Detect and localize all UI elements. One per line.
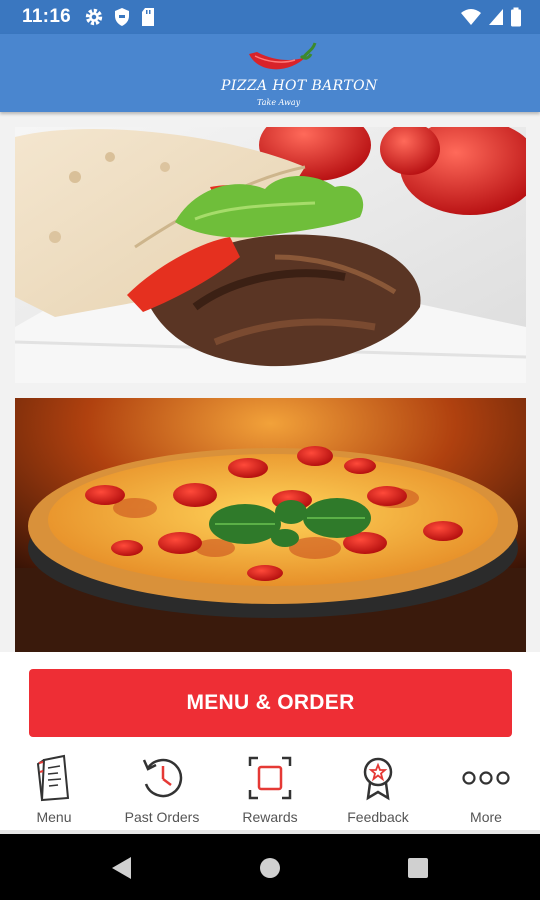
kebab-wrap-illustration xyxy=(15,127,526,383)
nav-item-more[interactable]: More xyxy=(432,748,540,830)
kebab-banner-image[interactable] xyxy=(15,127,526,383)
system-nav-bar xyxy=(0,834,540,900)
more-dots-icon xyxy=(448,752,524,804)
sd-card-icon xyxy=(142,8,154,26)
nav-item-past-orders[interactable]: Past Orders xyxy=(108,748,216,830)
nav-label-menu: Menu xyxy=(36,809,72,825)
logo-name: PIZZA HOT BARTON xyxy=(221,78,378,94)
nav-label-more: More xyxy=(470,809,502,825)
logo-subtitle: Take Away xyxy=(257,98,301,107)
pizza-banner-image[interactable] xyxy=(15,398,526,654)
pizza-illustration xyxy=(15,398,526,654)
status-time: 11:16 xyxy=(22,6,72,27)
rewards-frame-icon xyxy=(246,752,294,804)
menu-order-button[interactable]: MENU & ORDER xyxy=(29,669,512,737)
nav-label-past-orders: Past Orders xyxy=(124,809,200,825)
menu-book-icon xyxy=(30,752,78,804)
nav-label-rewards: Rewards xyxy=(242,809,298,825)
back-icon[interactable] xyxy=(107,854,135,882)
nav-item-rewards[interactable]: Rewards xyxy=(216,748,324,830)
status-icons-right xyxy=(460,7,522,27)
status-bar: 11:16 xyxy=(0,0,540,34)
settings-icon xyxy=(85,8,103,26)
battery-icon xyxy=(511,7,521,27)
wifi-icon xyxy=(461,9,481,25)
nav-label-feedback: Feedback xyxy=(347,809,409,825)
history-clock-icon xyxy=(138,752,186,804)
home-icon[interactable] xyxy=(256,854,284,882)
status-icons-left xyxy=(84,7,156,27)
cta-area: MENU & ORDER xyxy=(0,652,540,748)
shield-icon xyxy=(115,8,129,26)
cell-signal-icon xyxy=(489,9,503,25)
feedback-badge-icon xyxy=(354,752,402,804)
nav-item-menu[interactable]: Menu xyxy=(0,748,108,830)
nav-item-feedback[interactable]: Feedback xyxy=(324,748,432,830)
app-logo: PIZZA HOT BARTON Take Away xyxy=(215,38,377,110)
bottom-nav: Menu Past Orders Rewards Feedback More xyxy=(0,748,540,830)
chili-pepper-icon xyxy=(249,42,317,70)
app-bar: PIZZA HOT BARTON Take Away xyxy=(0,34,540,112)
recents-icon[interactable] xyxy=(404,854,432,882)
